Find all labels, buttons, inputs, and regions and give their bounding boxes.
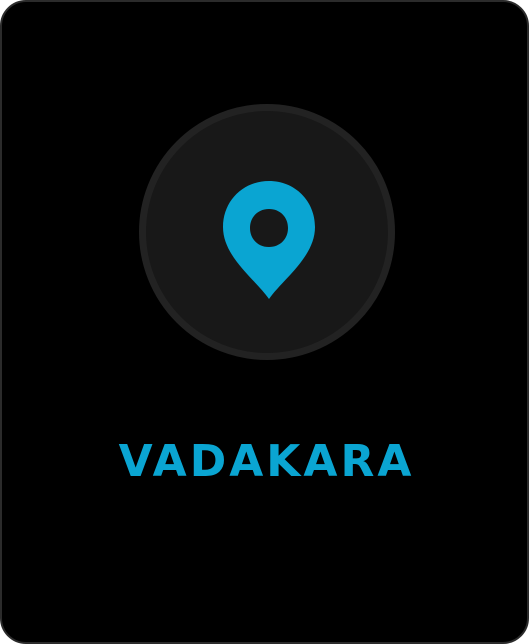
icon-circle [139, 104, 395, 360]
location-card[interactable]: VADAKARA [0, 0, 529, 644]
city-name: VADAKARA [118, 436, 415, 487]
location-pin-icon [223, 181, 315, 299]
